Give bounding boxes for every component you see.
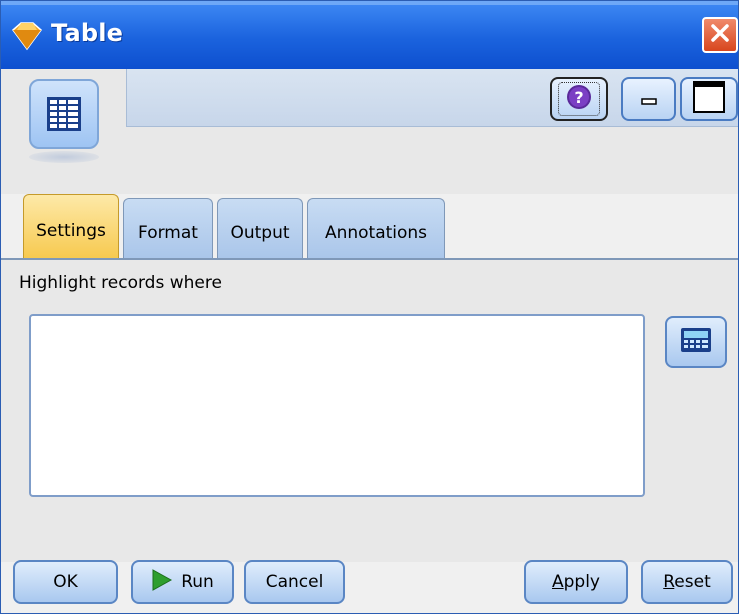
ok-button-label: OK — [53, 572, 78, 592]
maximize-icon — [692, 80, 726, 119]
tab-annotations-label: Annotations — [324, 222, 428, 243]
highlight-records-label: Highlight records where — [19, 273, 222, 293]
node-icon-reflection — [29, 151, 99, 163]
table-dialog-window: Table ? Settings Format Output Annotatio… — [0, 0, 739, 614]
minimize-button[interactable] — [621, 77, 676, 121]
svg-text:?: ? — [574, 88, 583, 107]
reset-label-rest: eset — [674, 572, 711, 592]
reset-button-label: Reset — [663, 572, 711, 592]
apply-button-label: Apply — [552, 572, 600, 592]
run-button[interactable]: Run — [131, 560, 234, 604]
tab-settings[interactable]: Settings — [23, 194, 119, 259]
expression-builder-button[interactable] — [665, 316, 727, 368]
tab-output[interactable]: Output — [217, 198, 303, 258]
table-grid-icon — [29, 79, 99, 149]
tab-format-label: Format — [138, 222, 198, 243]
cancel-button[interactable]: Cancel — [244, 560, 345, 604]
run-button-label: Run — [181, 572, 214, 592]
run-play-icon — [151, 568, 173, 597]
cancel-button-label: Cancel — [265, 572, 324, 592]
help-button[interactable]: ? — [550, 77, 608, 121]
close-icon — [709, 22, 731, 49]
expression-builder-icon — [680, 327, 712, 358]
reset-mnemonic: R — [663, 572, 675, 592]
apply-label-rest: pply — [563, 572, 600, 592]
tab-format[interactable]: Format — [123, 198, 213, 258]
help-focus-ring: ? — [558, 82, 600, 116]
help-question-icon: ? — [566, 84, 592, 115]
tab-annotations[interactable]: Annotations — [307, 198, 445, 258]
minimize-icon — [637, 85, 661, 114]
reset-button[interactable]: Reset — [641, 560, 733, 604]
close-button[interactable] — [702, 17, 738, 53]
apply-button[interactable]: Apply — [524, 560, 628, 604]
diamond-node-icon — [11, 20, 43, 52]
highlight-expression-input[interactable] — [29, 314, 645, 497]
apply-mnemonic: A — [551, 572, 564, 592]
window-title: Table — [51, 19, 124, 47]
tab-output-label: Output — [230, 222, 290, 243]
title-bar[interactable]: Table — [1, 1, 738, 69]
maximize-button[interactable] — [680, 77, 738, 121]
tab-settings-label: Settings — [36, 221, 106, 241]
ok-button[interactable]: OK — [13, 560, 118, 604]
title-bar-highlight — [1, 1, 738, 5]
